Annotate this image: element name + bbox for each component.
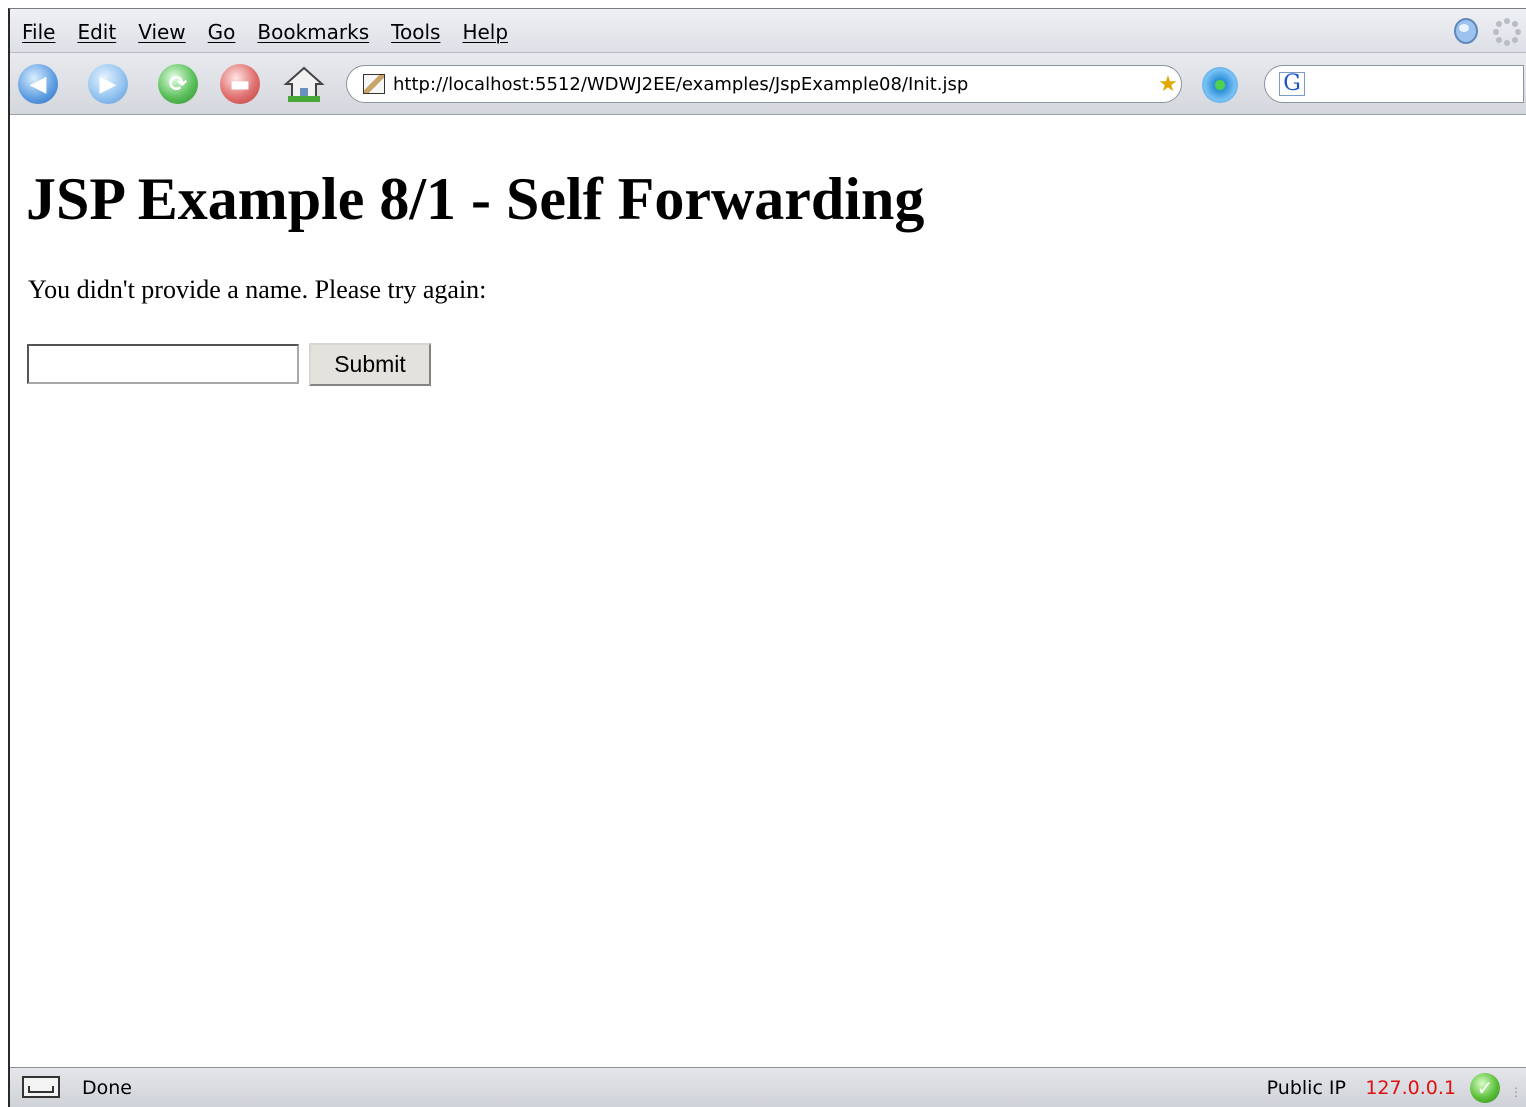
public-ip-label: Public IP <box>1266 1077 1346 1099</box>
address-bar[interactable]: http://localhost:5512/WDWJ2EE/examples/J… <box>346 65 1182 103</box>
menu-bar: File Edit View Go Bookmarks Tools Help <box>10 9 1526 53</box>
forward-button[interactable]: ▶ <box>88 64 128 104</box>
home-icon <box>283 66 325 102</box>
search-bar[interactable]: G <box>1264 65 1524 103</box>
browser-window: File Edit View Go Bookmarks Tools Help ◀ <box>8 8 1526 1107</box>
resize-grip-icon[interactable]: ⋮ <box>1510 1086 1524 1103</box>
reload-icon: ⟳ <box>168 71 188 97</box>
check-icon[interactable]: ✓ <box>1470 1073 1500 1103</box>
address-text[interactable]: http://localhost:5512/WDWJ2EE/examples/J… <box>393 74 968 95</box>
home-button[interactable] <box>282 64 326 104</box>
menu-file[interactable]: File <box>22 18 55 44</box>
browser-logo-icon <box>1454 18 1478 44</box>
public-ip-value: 127.0.0.1 <box>1365 1077 1456 1099</box>
status-bar: Done Public IP 127.0.0.1 ✓ ⋮ <box>10 1067 1526 1107</box>
go-button[interactable] <box>1202 67 1238 103</box>
name-input[interactable] <box>27 344 299 384</box>
stop-icon: ▬ <box>229 71 251 97</box>
back-icon: ◀ <box>29 71 47 97</box>
status-panel-icon[interactable] <box>22 1076 60 1098</box>
menu-edit[interactable]: Edit <box>77 18 116 44</box>
page-favicon-icon <box>363 74 385 94</box>
page-content: JSP Example 8/1 - Self Forwarding You di… <box>10 115 1526 1067</box>
navigation-toolbar: ◀ ▶ ⟳ ▬ http://localhost:5512/WDWJ2EE/ex… <box>10 53 1526 115</box>
forward-icon: ▶ <box>99 71 117 97</box>
error-message: You didn't provide a name. Please try ag… <box>28 275 487 304</box>
reload-button[interactable]: ⟳ <box>158 64 198 104</box>
menu-help[interactable]: Help <box>462 18 508 44</box>
menu-bookmarks[interactable]: Bookmarks <box>257 18 369 44</box>
bookmark-star-icon[interactable]: ★ <box>1153 69 1183 99</box>
stop-button[interactable]: ▬ <box>220 64 260 104</box>
page-heading: JSP Example 8/1 - Self Forwarding <box>26 166 925 232</box>
google-search-icon[interactable]: G <box>1279 72 1305 96</box>
menu-tools[interactable]: Tools <box>391 18 440 44</box>
menubar-right-icons <box>1452 17 1522 47</box>
submit-button[interactable]: Submit <box>309 343 431 386</box>
throbber-icon <box>1493 18 1521 46</box>
menu-go[interactable]: Go <box>208 18 236 44</box>
menu-view[interactable]: View <box>138 18 185 44</box>
status-text: Done <box>82 1077 132 1099</box>
back-button[interactable]: ◀ <box>18 64 58 104</box>
